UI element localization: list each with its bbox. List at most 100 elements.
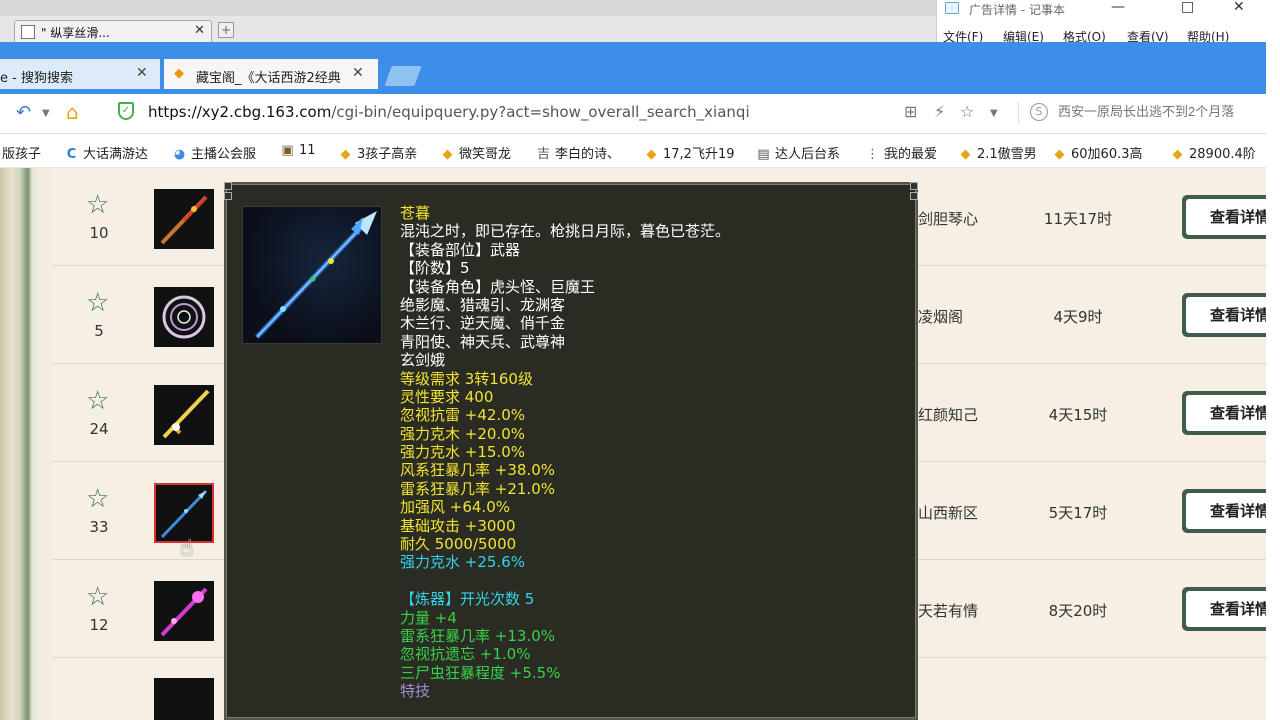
new-tab-button[interactable]: +	[218, 22, 234, 38]
view-details-button[interactable]: 查看详情	[1182, 293, 1266, 337]
bookmark-item[interactable]: ◆ 28900.4阶	[1170, 143, 1256, 162]
mouse-cursor-icon: ☝	[180, 536, 194, 561]
attribute-line: 力量 +4	[400, 608, 457, 627]
view-details-button[interactable]: 查看详情	[1182, 587, 1266, 631]
attribute-line: 风系狂暴几率 +38.0%	[400, 461, 555, 480]
attribute-line: 灵性要求 400	[400, 387, 494, 406]
url-field[interactable]: https://xy2.cbg.163.com/cgi-bin/equipque…	[148, 103, 750, 121]
qr-code-icon[interactable]: ⊞	[904, 102, 917, 121]
favorite-star-icon[interactable]: ☆	[86, 388, 109, 414]
button-label: 查看详情	[1186, 199, 1266, 235]
item-thumbnail[interactable]	[154, 385, 214, 445]
bookmark-item[interactable]: ◕ 主播公会服	[172, 143, 256, 162]
bookmark-icon: ◆	[340, 147, 351, 162]
attribute-line: 雷系狂暴几率 +21.0%	[400, 479, 555, 498]
item-thumbnail[interactable]	[154, 581, 214, 641]
spear-icon	[160, 195, 208, 245]
bookmark-icon: ◆	[646, 147, 657, 162]
tab-label: 藏宝阁_《大话西游2经典	[196, 71, 341, 86]
attribute-line: 【阶数】5	[400, 259, 470, 278]
bookmark-icon: ◕	[173, 147, 186, 162]
favorite-star-icon[interactable]: ☆	[86, 584, 109, 610]
url-path: /cgi-bin/equipquery.py?act=show_overall_…	[331, 103, 750, 121]
attribute-line: 玄剑娥	[400, 351, 446, 370]
sogou-search-icon[interactable]: S	[1030, 103, 1048, 121]
bookmark-icon: ◆	[960, 147, 971, 162]
bookmark-label: 17,2飞升19	[663, 147, 735, 162]
bookmark-item[interactable]: 吉李白的诗、	[536, 143, 620, 162]
minimize-button[interactable]: —	[1111, 0, 1125, 15]
bookmark-item[interactable]: ▣ 11	[280, 143, 316, 158]
back-icon[interactable]: ↶	[16, 102, 31, 123]
bookmark-icon: ▣	[281, 143, 294, 158]
attribute-line: 【炼器】开光次数 5	[400, 590, 535, 609]
tab-label: e - 搜狗搜索	[0, 71, 73, 86]
chevron-down-icon[interactable]: ▼	[990, 108, 998, 119]
bookmark-label: 3孩子高亲	[357, 147, 418, 162]
item-thumbnail-selected[interactable]	[154, 483, 214, 543]
bookmark-item[interactable]: ◆ 2.1傲雪男	[958, 143, 1037, 162]
decorative-border	[0, 168, 40, 720]
bookmark-label: 大话满游达	[83, 147, 149, 162]
attribute-line: 忽视抗遗忘 +1.0%	[400, 645, 531, 664]
favorite-star-icon[interactable]: ☆	[86, 192, 109, 218]
corner-ornament	[224, 182, 232, 190]
bookmark-item[interactable]: 版孩子	[2, 143, 41, 162]
bookmark-label: 版孩子	[2, 147, 42, 162]
close-icon[interactable]: ✕	[194, 23, 205, 38]
bookmark-item[interactable]: ⋮⋮我的最爱	[866, 143, 937, 162]
chevron-down-icon[interactable]: ▼	[42, 108, 50, 119]
attribute-line: 强力克木 +20.0%	[400, 424, 525, 443]
favorite-count: 33	[89, 518, 109, 536]
bookmarks-bar: 版孩子 C 大话满游达 ◕ 主播公会服 ▣ 11 ◆ 3孩子高亲 ◆ 微笑哥龙 吉李白的诗…	[0, 134, 1266, 168]
bookmark-item[interactable]: ◆ 17,2飞升19	[644, 143, 735, 162]
maximize-button[interactable]: □	[1181, 0, 1194, 15]
view-details-button[interactable]: 查看详情	[1182, 391, 1266, 435]
bookmark-item[interactable]: ◆ 微笑哥龙	[440, 143, 512, 162]
address-bar: ↶ ▼ ⌂ ✓ https://xy2.cbg.163.com/cgi-bin/…	[0, 94, 1266, 134]
bookmark-label: 我的最爱	[885, 147, 938, 162]
tab-cangbaoge[interactable]: ◆ 藏宝阁_《大话西游2经典 ✕	[164, 59, 378, 89]
attribute-line: 雷系狂暴几率 +13.0%	[400, 626, 555, 645]
tab-sogou-search[interactable]: e - 搜狗搜索 ✕	[0, 59, 160, 89]
corner-ornament	[910, 182, 918, 190]
bookmark-item[interactable]: ◆ 3孩子高亲	[338, 143, 418, 162]
item-thumbnail[interactable]	[154, 189, 214, 249]
favorite-star-icon[interactable]: ☆	[86, 290, 109, 316]
server-name: 凌烟阁	[918, 308, 964, 326]
bookmark-item[interactable]: ◆ 60加60.3高	[1052, 143, 1143, 162]
corner-ornament	[910, 192, 918, 200]
notepad-window: 广告详情 - 记事本 — □ ✕ 文件(F) 编辑(E) 格式(O) 查看(V)…	[936, 0, 1280, 44]
remaining-time: 8天20时	[1048, 602, 1108, 620]
button-label: 查看详情	[1186, 395, 1266, 431]
close-icon[interactable]: ✕	[352, 65, 364, 81]
close-icon[interactable]: ✕	[136, 65, 148, 81]
attribute-line: 耐久 5000/5000	[400, 535, 517, 554]
button-label: 查看详情	[1186, 493, 1266, 529]
background-window-tabstrip: " 纵享丝滑... ✕ +	[0, 16, 940, 42]
background-tab[interactable]: " 纵享丝滑... ✕	[14, 20, 212, 42]
bookmark-item[interactable]: ▤ 达人后台系	[756, 143, 840, 162]
search-input[interactable]	[1058, 104, 1264, 119]
bookmark-label: 11	[299, 143, 316, 158]
favorite-count: 5	[94, 322, 104, 340]
favorite-star-icon[interactable]: ☆	[86, 486, 109, 512]
view-details-button[interactable]: 查看详情	[1182, 489, 1266, 533]
item-thumbnail[interactable]	[154, 678, 214, 720]
background-tab-label: " 纵享丝滑...	[41, 26, 110, 40]
attribute-line: 等级需求 3转160级	[400, 369, 533, 388]
bookmark-item[interactable]: C 大话满游达	[64, 143, 148, 162]
attribute-line: 强力克水 +25.6%	[400, 553, 525, 572]
browser-tabbar: e - 搜狗搜索 ✕ ◆ 藏宝阁_《大话西游2经典 ✕	[0, 42, 1266, 94]
server-name: 剑胆琴心	[918, 210, 979, 228]
item-thumbnail[interactable]	[154, 287, 214, 347]
home-icon[interactable]: ⌂	[66, 100, 79, 124]
bookmark-icon: C	[66, 147, 77, 162]
server-name: 红颜知己	[918, 406, 979, 424]
close-window-button[interactable]: ✕	[1233, 0, 1245, 15]
attribute-line	[400, 572, 900, 590]
star-icon[interactable]: ☆	[960, 102, 974, 121]
equipment-tooltip: 苍暮 混沌之时，即已存在。枪挑日月际，暮色已苍茫。 【装备部位】武器 【阶数】5 【装备…	[224, 182, 918, 720]
lightning-icon[interactable]: ⚡	[934, 102, 945, 121]
view-details-button[interactable]: 查看详情	[1182, 195, 1266, 239]
